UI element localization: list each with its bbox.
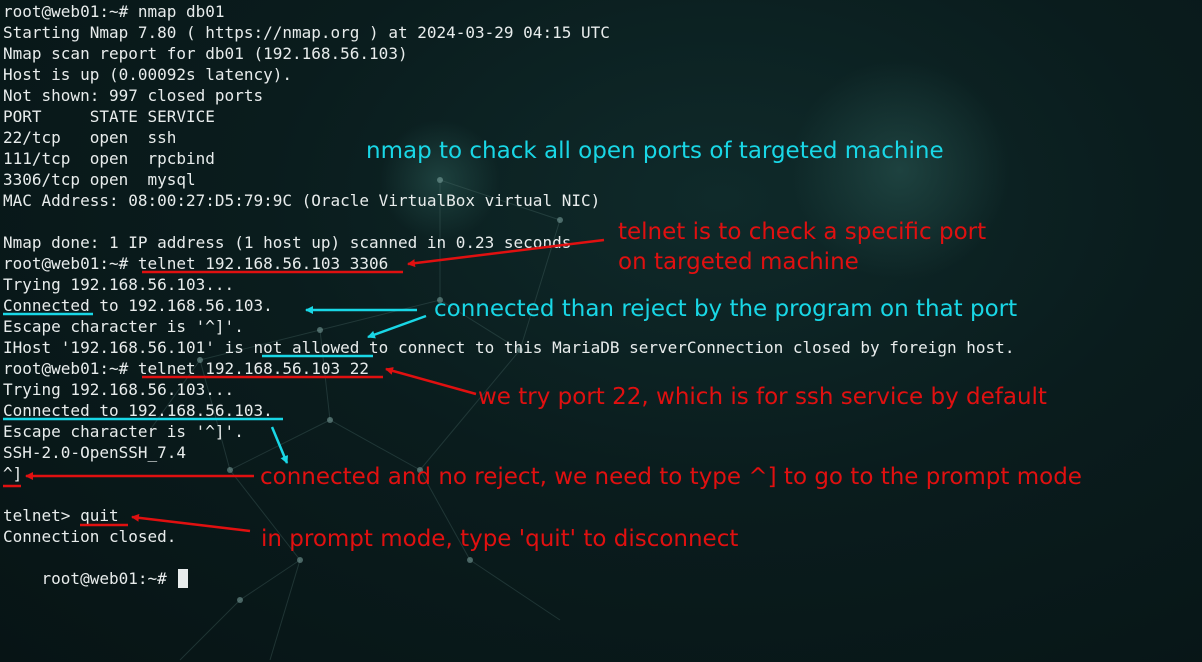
terminal-line: 3306/tcp open mysql bbox=[3, 170, 196, 189]
terminal-line: Trying 192.168.56.103... bbox=[3, 380, 235, 399]
annotation-telnet-line-2: on targeted machine bbox=[618, 249, 859, 275]
terminal-line: Nmap scan report for db01 (192.168.56.10… bbox=[3, 44, 408, 63]
annotation-no-reject: connected and no reject, we need to type… bbox=[260, 464, 1082, 490]
terminal-prompt-line[interactable]: root@web01:~# bbox=[3, 547, 189, 588]
terminal-line: 111/tcp open rpcbind bbox=[3, 149, 215, 168]
annotation-telnet-line-1: telnet is to check a specific port bbox=[618, 219, 987, 245]
terminal-cursor bbox=[178, 569, 189, 588]
terminal-line: PORT STATE SERVICE bbox=[3, 107, 215, 126]
terminal-line: IHost '192.168.56.101' is not allowed to… bbox=[3, 338, 1015, 357]
terminal-line: Host is up (0.00092s latency). bbox=[3, 65, 292, 84]
terminal-line: Escape character is '^]'. bbox=[3, 317, 244, 336]
annotation-quit: in prompt mode, type 'quit' to disconnec… bbox=[261, 526, 739, 552]
terminal-line: Not shown: 997 closed ports bbox=[3, 86, 264, 105]
terminal-prompt: root@web01:~# bbox=[41, 569, 177, 588]
terminal-line: telnet> quit bbox=[3, 506, 119, 525]
terminal-line: SSH-2.0-OpenSSH_7.4 bbox=[3, 443, 187, 462]
terminal-line: Starting Nmap 7.80 ( https://nmap.org ) … bbox=[3, 23, 610, 42]
annotation-connected-reject: connected than reject by the program on … bbox=[434, 296, 1018, 322]
terminal-line: root@web01:~# telnet 192.168.56.103 3306 bbox=[3, 254, 389, 273]
terminal-line: Connected to 192.168.56.103. bbox=[3, 401, 273, 420]
terminal-line: MAC Address: 08:00:27:D5:79:9C (Oracle V… bbox=[3, 191, 601, 210]
terminal-line: Trying 192.168.56.103... bbox=[3, 275, 235, 294]
terminal-line: root@web01:~# telnet 192.168.56.103 22 bbox=[3, 359, 370, 378]
terminal-line: Escape character is '^]'. bbox=[3, 422, 244, 441]
annotation-nmap: nmap to chack all open ports of targeted… bbox=[366, 138, 944, 164]
terminal-line: 22/tcp open ssh bbox=[3, 128, 177, 147]
terminal-line: root@web01:~# nmap db01 bbox=[3, 2, 225, 21]
terminal-line: Nmap done: 1 IP address (1 host up) scan… bbox=[3, 233, 572, 252]
annotation-port-22: we try port 22, which is for ssh service… bbox=[478, 384, 1047, 410]
terminal-line: ^] bbox=[3, 464, 23, 483]
terminal-line: Connected to 192.168.56.103. bbox=[3, 296, 273, 315]
terminal-line: Connection closed. bbox=[3, 527, 177, 546]
